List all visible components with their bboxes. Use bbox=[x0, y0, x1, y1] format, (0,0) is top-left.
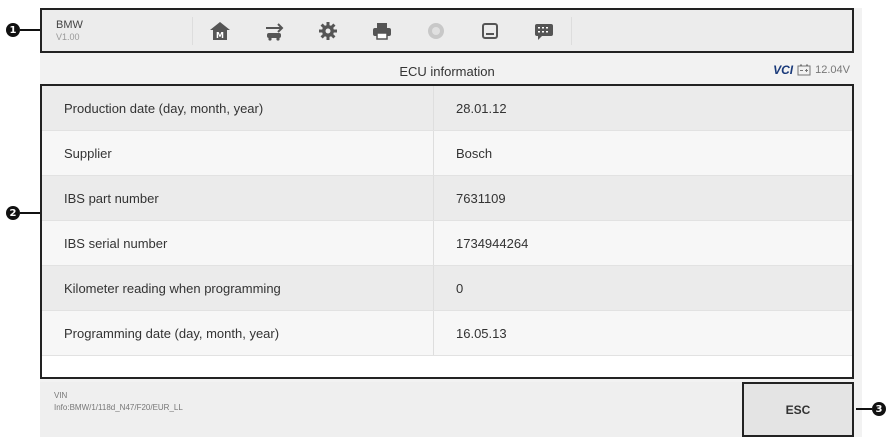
table-row: Supplier Bosch bbox=[42, 131, 852, 176]
table-row: IBS serial number 1734944264 bbox=[42, 221, 852, 266]
toolbar-divider bbox=[571, 16, 572, 45]
callout-3: 3 bbox=[856, 402, 886, 416]
battery-icon bbox=[797, 64, 811, 76]
voltage-readout: 12.04V bbox=[815, 64, 850, 76]
home-button[interactable]: M bbox=[193, 10, 247, 51]
callout-2: 2 bbox=[6, 206, 42, 220]
callout-line bbox=[856, 408, 872, 410]
help-button[interactable] bbox=[409, 10, 463, 51]
page: 1 2 3 BMW V1.00 M ECU information VCI 12… bbox=[0, 0, 890, 437]
save-icon bbox=[482, 22, 498, 39]
callout-line bbox=[20, 29, 42, 31]
svg-text:M: M bbox=[216, 31, 224, 40]
row-label: Kilometer reading when programming bbox=[42, 266, 434, 310]
status-area: VCI 12.04V bbox=[773, 63, 850, 77]
row-value: 16.05.13 bbox=[456, 325, 507, 341]
row-value: 28.01.12 bbox=[456, 100, 507, 116]
vehicle-info: VIN Info:BMW/1/118d_N47/F20/EUR_LL bbox=[54, 390, 183, 414]
callout-number: 1 bbox=[6, 23, 20, 37]
row-label: Supplier bbox=[42, 131, 434, 175]
brand-name: BMW bbox=[56, 19, 83, 31]
callout-line bbox=[20, 212, 42, 214]
row-value: Bosch bbox=[456, 145, 493, 161]
vci-indicator: VCI bbox=[773, 63, 794, 77]
callout-number: 3 bbox=[872, 402, 886, 416]
print-icon bbox=[373, 22, 391, 40]
vehicle-brand: BMW V1.00 bbox=[42, 19, 192, 42]
callout-1: 1 bbox=[6, 23, 42, 37]
table-row: Production date (day, month, year) 28.01… bbox=[42, 86, 852, 131]
row-label: IBS part number bbox=[42, 176, 434, 220]
ecu-info-table[interactable]: Production date (day, month, year) 28.01… bbox=[40, 84, 854, 379]
bottom-bar: VIN Info:BMW/1/118d_N47/F20/EUR_LL ESC bbox=[40, 382, 854, 437]
esc-button-label: ESC bbox=[785, 402, 811, 417]
save-button[interactable] bbox=[463, 10, 517, 51]
vehicle-swap-icon bbox=[266, 22, 284, 41]
vehicle-info-text: Info:BMW/1/118d_N47/F20/EUR_LL bbox=[54, 403, 183, 412]
row-value: 7631109 bbox=[456, 190, 506, 206]
callout-number: 2 bbox=[6, 206, 20, 220]
brand-version: V1.00 bbox=[56, 32, 80, 42]
gear-icon bbox=[319, 21, 337, 40]
row-label: Programming date (day, month, year) bbox=[42, 311, 434, 355]
top-toolbar: BMW V1.00 M bbox=[40, 8, 854, 53]
title-bar: ECU information VCI 12.04V bbox=[40, 58, 854, 84]
row-label: IBS serial number bbox=[42, 221, 434, 265]
row-value: 0 bbox=[456, 280, 464, 296]
table-row: IBS part number 7631109 bbox=[42, 176, 852, 221]
page-title: ECU information bbox=[399, 63, 495, 79]
row-label: Production date (day, month, year) bbox=[42, 86, 434, 130]
esc-button[interactable]: ESC bbox=[742, 382, 854, 437]
table-row: Kilometer reading when programming 0 bbox=[42, 266, 852, 311]
vehicle-swap-button[interactable] bbox=[247, 10, 301, 51]
home-icon: M bbox=[210, 21, 230, 40]
data-log-icon bbox=[535, 23, 553, 40]
print-button[interactable] bbox=[355, 10, 409, 51]
vin-label: VIN bbox=[54, 391, 68, 400]
data-log-button[interactable] bbox=[517, 10, 571, 51]
row-value: 1734944264 bbox=[456, 235, 529, 251]
settings-button[interactable] bbox=[301, 10, 355, 51]
table-row: Programming date (day, month, year) 16.0… bbox=[42, 311, 852, 356]
help-icon bbox=[428, 22, 444, 39]
